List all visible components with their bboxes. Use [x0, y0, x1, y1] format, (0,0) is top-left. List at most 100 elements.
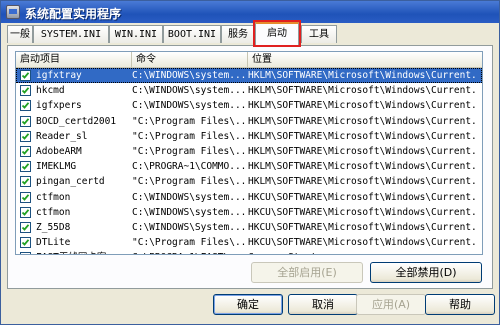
- tab-services[interactable]: 服务: [221, 25, 255, 43]
- startup-item-name: Reader_sl: [36, 130, 88, 142]
- startup-row[interactable]: hkcmd C:\WINDOWS\system... HKLM\SOFTWARE\M…: [16, 83, 482, 98]
- tab-system-ini[interactable]: SYSTEM.INI: [33, 25, 109, 43]
- checkmark-icon: [21, 117, 30, 125]
- help-button[interactable]: 帮助: [425, 294, 495, 315]
- startup-command: "C:\Program Files\...: [132, 145, 246, 157]
- startup-item-name: IMEKLMG: [36, 161, 77, 173]
- tab-startup[interactable]: 启动: [253, 20, 301, 47]
- apply-button[interactable]: 应用(A): [356, 294, 426, 315]
- startup-row[interactable]: igfxtray C:\WINDOWS\system... HKLM\SOFTWAR…: [16, 68, 482, 84]
- startup-location: HKLM\SOFTWARE\Microsoft\Windows\Current.…: [248, 176, 478, 188]
- startup-row[interactable]: Z_55D8 C:\WINDOWS\System... HKCU\SOFTWARE\…: [16, 220, 482, 235]
- startup-row[interactable]: ctfmon C:\WINDOWS\system... HKCU\SOFTWARE\…: [16, 205, 482, 220]
- startup-command: "C:\Program Files\...: [132, 237, 246, 249]
- startup-checkbox[interactable]: [20, 176, 31, 188]
- app-icon: [6, 5, 20, 19]
- startup-location: HKLM\SOFTWARE\Microsoft\Windows\Current.…: [248, 130, 478, 142]
- startup-row[interactable]: BOCD_certd2001 "C:\Program Files\... HKLM\…: [16, 114, 482, 129]
- startup-location: HKCU\SOFTWARE\Microsoft\Windows\Current.…: [248, 237, 478, 249]
- startup-location: HKLM\SOFTWARE\Microsoft\Windows\Current.…: [248, 115, 478, 127]
- startup-row[interactable]: IMEKLMG C:\PROGRA~1\COMMO... HKLM\SOFTWARE…: [16, 159, 482, 174]
- startup-location: HKLM\SOFTWARE\Microsoft\Windows\Current.…: [248, 85, 478, 97]
- enable-all-button[interactable]: 全部启用(E): [251, 262, 363, 283]
- startup-location: HKCU\SOFTWARE\Microsoft\Windows\Current.…: [248, 221, 478, 233]
- column-header-location[interactable]: 位置: [248, 52, 482, 67]
- startup-command: C:\WINDOWS\system...: [132, 100, 246, 112]
- tab-tools[interactable]: 工具: [301, 25, 337, 43]
- title-bar[interactable]: 系统配置实用程序: [1, 1, 499, 23]
- tab-boot-ini[interactable]: BOOT.INI: [163, 25, 221, 43]
- startup-checkbox[interactable]: [20, 221, 31, 233]
- checkmark-icon: [21, 102, 30, 110]
- msconfig-window: 系统配置实用程序 一般 SYSTEM.INI WIN.INI BOOT.INI …: [0, 0, 500, 325]
- startup-command: C:\WINDOWS\system...: [132, 191, 246, 203]
- list-header: 启动项目 命令 位置: [16, 52, 482, 68]
- startup-checkbox[interactable]: [20, 85, 31, 97]
- startup-checkbox[interactable]: [20, 206, 31, 218]
- startup-location: HKLM\SOFTWARE\Microsoft\Windows\Current.…: [248, 161, 478, 173]
- startup-location: Common Startup: [248, 250, 478, 254]
- startup-item-name: igfxpers: [36, 100, 82, 112]
- checkmark-icon: [21, 148, 30, 155]
- startup-command: "C:\Program Files\...: [132, 176, 246, 188]
- tab-win-ini[interactable]: WIN.INI: [109, 25, 163, 43]
- checkmark-icon: [21, 224, 30, 231]
- list-body: igfxtray C:\WINDOWS\system... HKLM\SOFTWAR…: [16, 68, 482, 255]
- checkmark-icon: [21, 253, 30, 255]
- startup-location: HKLM\SOFTWARE\Microsoft\Windows\Current.…: [248, 100, 478, 112]
- startup-command: C:\WINDOWS\system...: [132, 85, 246, 97]
- startup-location: HKLM\SOFTWARE\Microsoft\Windows\Current.…: [248, 145, 478, 157]
- startup-item-name: AdobeARM: [36, 145, 82, 157]
- startup-row[interactable]: FAST无线网卡客...C:\PROGRA~1\FAST\...Common S…: [16, 250, 482, 255]
- startup-command: C:\WINDOWS\system...: [132, 70, 246, 81]
- startup-item-name: BOCD_certd2001: [36, 115, 117, 127]
- cancel-button[interactable]: 取消: [288, 294, 358, 315]
- apply-mnemonic: (A): [393, 298, 411, 311]
- checkmark-icon: [21, 87, 30, 95]
- enable-all-label: 全部启用: [277, 266, 322, 279]
- startup-row[interactable]: AdobeARM "C:\Program Files\... HKLM\SOFTWA…: [16, 144, 482, 159]
- startup-row[interactable]: ctfmon C:\WINDOWS\system... HKCU\SOFTWARE\…: [16, 190, 482, 205]
- checkmark-icon: [21, 239, 30, 246]
- checkmark-icon: [21, 163, 30, 170]
- disable-all-button[interactable]: 全部禁用(D): [370, 262, 482, 283]
- ok-button[interactable]: 确定: [213, 294, 283, 315]
- disable-all-mnemonic: (D): [439, 266, 457, 279]
- startup-checkbox[interactable]: [20, 100, 31, 112]
- enable-all-mnemonic: (E): [321, 266, 337, 279]
- startup-command: C:\WINDOWS\System...: [132, 221, 246, 233]
- startup-list[interactable]: 启动项目 命令 位置 igfxtray C:\WINDOWS\system... H…: [15, 51, 483, 255]
- checkmark-icon: [21, 193, 30, 201]
- startup-checkbox[interactable]: [20, 237, 31, 249]
- startup-command: C:\PROGRA~1\FAST\...: [132, 250, 246, 254]
- column-header-item[interactable]: 启动项目: [16, 52, 132, 67]
- window-title: 系统配置实用程序: [25, 7, 122, 21]
- startup-command: C:\WINDOWS\system...: [132, 206, 246, 218]
- startup-row[interactable]: Reader_sl "C:\Program Files\... HKLM\SOFTW…: [16, 129, 482, 144]
- startup-checkbox[interactable]: [20, 115, 31, 127]
- startup-checkbox[interactable]: [20, 70, 31, 81]
- startup-row[interactable]: igfxpers C:\WINDOWS\system... HKLM\SOFTWAR…: [16, 98, 482, 113]
- startup-checkbox[interactable]: [20, 252, 31, 255]
- startup-row[interactable]: DTLite "C:\Program Files\... HKCU\SOFTWARE…: [16, 235, 482, 250]
- startup-command: "C:\Program Files\...: [132, 115, 246, 127]
- startup-checkbox[interactable]: [20, 145, 31, 157]
- startup-item-name: ctfmon: [36, 191, 71, 203]
- startup-location: HKCU\SOFTWARE\Microsoft\Windows\Current.…: [248, 191, 478, 203]
- startup-item-name: hkcmd: [36, 85, 65, 97]
- startup-item-name: DTLite: [36, 237, 71, 249]
- startup-item-name: pingan_certd: [36, 176, 105, 188]
- startup-item-name: ctfmon: [36, 206, 71, 218]
- startup-row[interactable]: pingan_certd "C:\Program Files\... HKLM\SO…: [16, 174, 482, 189]
- startup-checkbox[interactable]: [20, 191, 31, 203]
- startup-panel: 启动项目 命令 位置 igfxtray C:\WINDOWS\system... H…: [7, 45, 493, 289]
- checkmark-icon: [21, 132, 30, 140]
- checkmark-icon: [21, 208, 30, 216]
- tab-general[interactable]: 一般: [7, 25, 33, 43]
- checkmark-icon: [21, 72, 30, 79]
- column-header-command[interactable]: 命令: [132, 52, 248, 67]
- disable-all-label: 全部禁用: [395, 266, 440, 279]
- startup-checkbox[interactable]: [20, 130, 31, 142]
- startup-checkbox[interactable]: [20, 161, 31, 173]
- startup-item-name: FAST无线网卡客...: [36, 250, 134, 254]
